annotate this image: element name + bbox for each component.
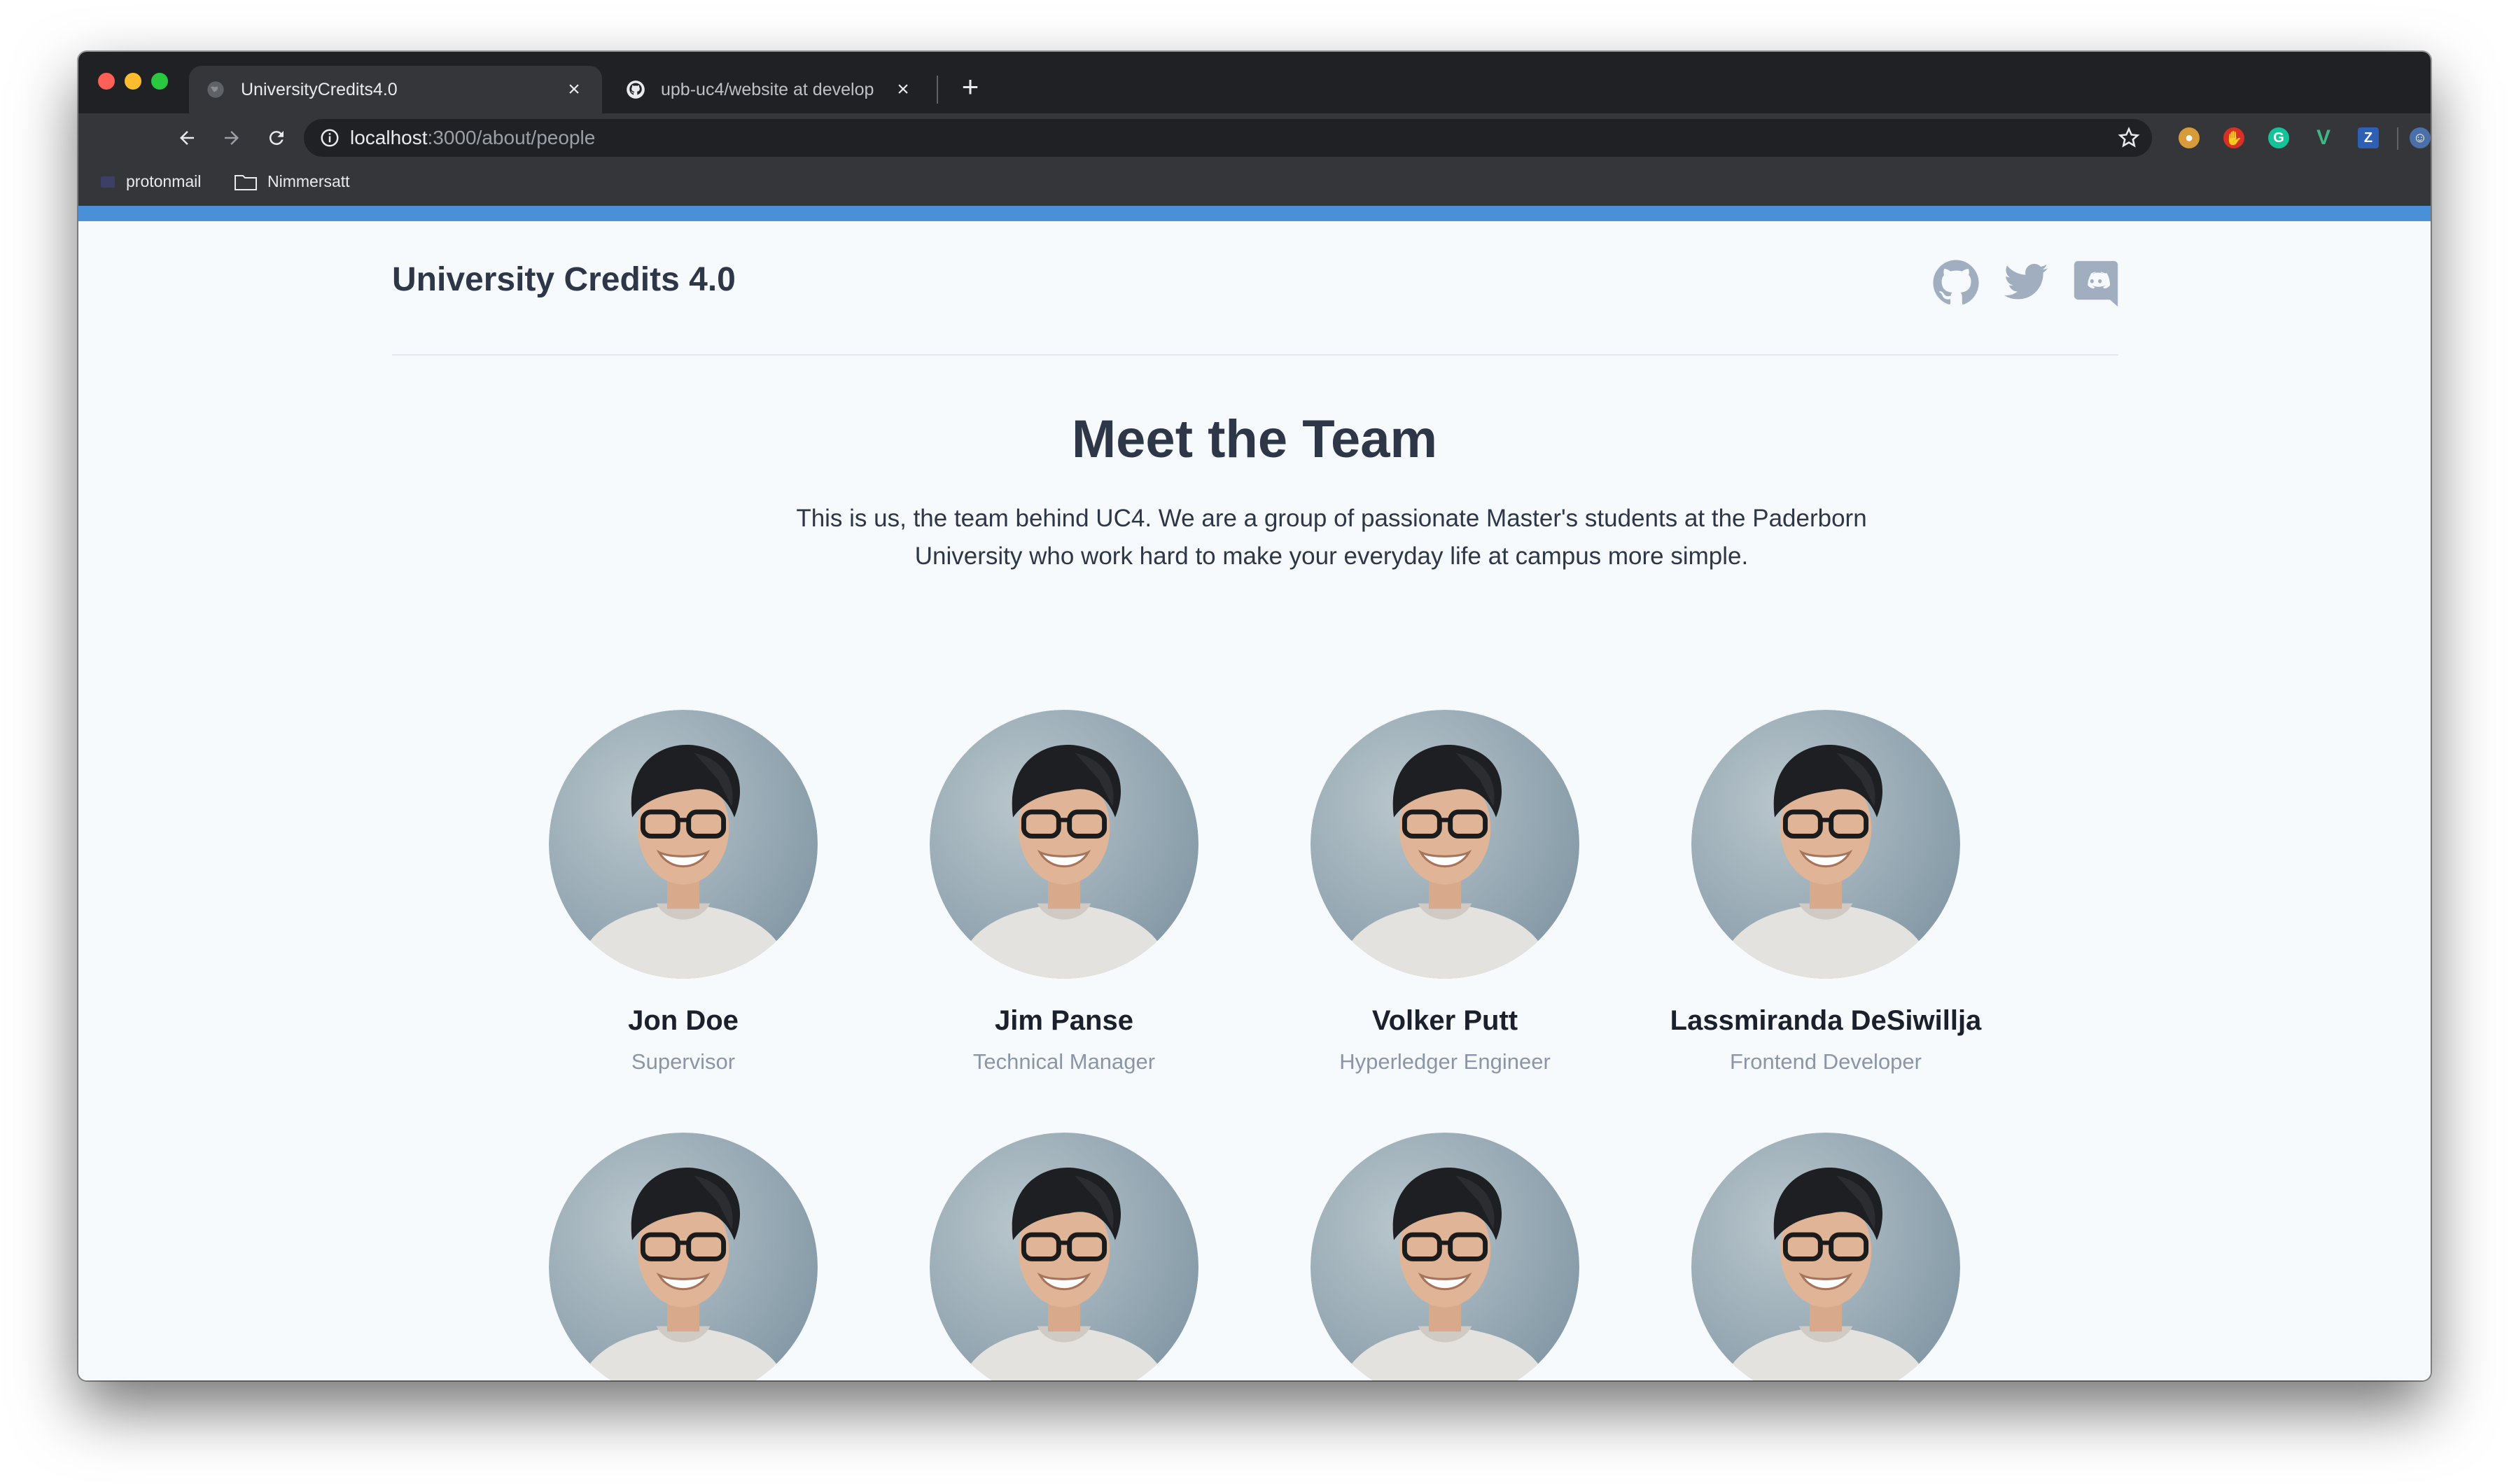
avatar <box>549 710 818 979</box>
bookmark-protonmail[interactable]: protonmail <box>99 172 201 191</box>
member-role: Hyperledger Engineer <box>1339 1049 1551 1074</box>
member-name: Volker Putt <box>1371 1005 1518 1036</box>
avatar <box>1691 1133 1960 1380</box>
bookmark-label: Nimmersatt <box>267 172 350 190</box>
accent-bar <box>78 206 2431 221</box>
page-content: University Credits 4.0 Meet the Team Thi… <box>78 221 2431 1380</box>
team-member-card <box>882 1133 1246 1380</box>
arrow-left-icon <box>180 131 194 145</box>
minimize-window-button[interactable] <box>125 73 141 90</box>
new-tab-button[interactable]: + <box>952 69 988 105</box>
url-host: localhost <box>350 127 428 148</box>
team-member-card <box>1644 1133 2008 1380</box>
tab-strip: UniversityCredits4.0 × upb-uc4/website a… <box>78 52 2431 113</box>
avatar <box>1311 710 1579 979</box>
avatar <box>930 710 1198 979</box>
url-text: localhost:3000/about/people <box>350 127 595 149</box>
reload-icon <box>269 131 284 146</box>
avatar <box>549 1133 818 1380</box>
avatar <box>930 1133 1198 1380</box>
team-heading: Meet the Team <box>1071 410 1438 469</box>
discord-icon[interactable] <box>2072 259 2120 307</box>
member-name: Jon Doe <box>628 1005 739 1036</box>
tab-github[interactable]: upb-uc4/website at develop × <box>609 66 931 113</box>
cookie-icon[interactable]: ● <box>2179 127 2200 148</box>
avatar <box>1691 710 1960 979</box>
avatar <box>1311 1133 1579 1380</box>
info-icon[interactable] <box>319 127 340 148</box>
tab-title: UniversityCredits4.0 <box>241 79 398 99</box>
member-role: Technical Manager <box>972 1049 1156 1074</box>
bookmarks-bar: protonmail Nimmersatt <box>78 162 2431 206</box>
grammarly-icon[interactable]: G <box>2268 127 2289 148</box>
profile-icon[interactable]: ☺ <box>2410 127 2431 148</box>
bookmark-label: protonmail <box>126 172 202 190</box>
browser-window: UniversityCredits4.0 × upb-uc4/website a… <box>78 52 2431 1380</box>
maximize-window-button[interactable] <box>151 73 168 90</box>
stop-icon[interactable]: ✋ <box>2223 127 2244 148</box>
site-header: University Credits 4.0 <box>392 221 2118 356</box>
forward-button[interactable] <box>214 120 249 155</box>
team-member-card: Jim Panse Technical Manager <box>882 710 1246 1074</box>
bookmark-nimmersatt[interactable]: Nimmersatt <box>234 172 350 191</box>
member-role: Frontend Developer <box>1730 1049 1922 1074</box>
folder-icon <box>235 174 257 190</box>
team-intro: This is us, the team behind UC4. We are … <box>796 505 1867 570</box>
close-window-button[interactable] <box>98 73 115 90</box>
protonmail-icon <box>101 176 115 188</box>
browser-toolbar: localhost:3000/about/people ● ✋ G V Z ☺ … <box>78 113 2431 162</box>
vue-icon[interactable]: V <box>2313 126 2334 149</box>
close-tab-icon[interactable]: × <box>892 78 914 101</box>
arrow-right-icon <box>225 131 239 145</box>
github-icon[interactable] <box>1932 259 1980 307</box>
toolbar-divider <box>2397 127 2398 150</box>
globe-icon <box>207 81 224 98</box>
tab-title: upb-uc4/website at develop <box>661 79 874 99</box>
member-name: Lassmiranda DeSiwillja <box>1670 1005 1982 1036</box>
url-path: :3000/about/people <box>427 127 596 148</box>
tab-separator <box>937 76 938 104</box>
team-member-card: Volker Putt Hyperledger Engineer <box>1263 710 1627 1074</box>
twitter-icon[interactable] <box>2002 259 2050 307</box>
back-button[interactable] <box>169 120 204 155</box>
team-member-card: Jon Doe Supervisor <box>501 710 865 1074</box>
member-role: Supervisor <box>631 1049 736 1074</box>
team-member-card: Lassmiranda DeSiwillja Frontend Developer <box>1644 710 2008 1074</box>
zotero-icon[interactable]: Z <box>2358 127 2379 148</box>
member-name: Jim Panse <box>995 1005 1133 1036</box>
reload-button[interactable] <box>259 120 294 155</box>
address-bar[interactable]: localhost:3000/about/people <box>304 119 2152 157</box>
site-title[interactable]: University Credits 4.0 <box>392 260 736 299</box>
team-member-card <box>501 1133 865 1380</box>
tab-universitycredits[interactable]: UniversityCredits4.0 × <box>189 66 602 113</box>
team-member-card <box>1263 1133 1627 1380</box>
bookmark-star-icon[interactable] <box>2117 126 2141 150</box>
close-tab-icon[interactable]: × <box>563 78 585 101</box>
github-favicon-icon <box>627 80 645 99</box>
